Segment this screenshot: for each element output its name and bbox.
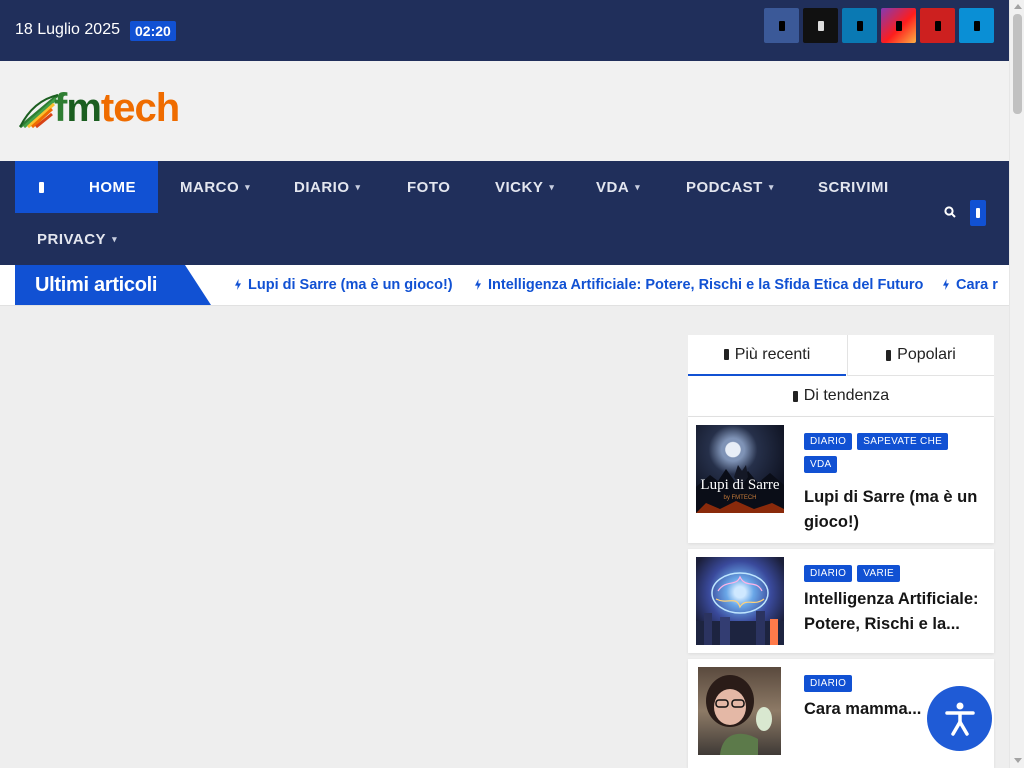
nav-item-podcast[interactable]: PODCAST ▾ bbox=[686, 161, 774, 213]
current-time-badge: 02:20 bbox=[130, 21, 176, 41]
site-logo[interactable]: fmtech bbox=[18, 86, 183, 133]
scroll-up-arrow-icon[interactable] bbox=[1014, 4, 1022, 9]
tab-popular[interactable]: Popolari bbox=[847, 335, 994, 376]
telegram-icon[interactable] bbox=[959, 8, 994, 43]
nav-item-vda[interactable]: VDA ▾ bbox=[596, 161, 640, 213]
brain-illustration bbox=[696, 572, 784, 645]
social-links bbox=[764, 8, 994, 43]
ticker-link[interactable]: Cara r bbox=[943, 277, 998, 293]
category-badge[interactable]: VARIE bbox=[857, 565, 901, 582]
latest-articles-ticker: Ultimi articoli Lupi di Sarre (ma è un g… bbox=[0, 265, 1009, 306]
post-title[interactable]: Lupi di Sarre (ma è un gioco!) bbox=[804, 485, 984, 535]
logo-wordmark: fmtech bbox=[54, 86, 180, 130]
ticker-link[interactable]: Intelligenza Artificiale: Potere, Rischi… bbox=[475, 277, 923, 293]
thumbnail-subcaption: by FMTECH bbox=[723, 495, 757, 501]
main-navigation: HOME MARCO ▾ DIARIO ▾ FOTO VICKY ▾ VDA ▾ POD… bbox=[0, 161, 1009, 265]
post-thumbnail[interactable] bbox=[698, 667, 781, 755]
list-item: DIARIO VARIE Intelligenza Artificiale: P… bbox=[688, 549, 994, 653]
nav-item-foto[interactable]: FOTO bbox=[407, 161, 450, 213]
chevron-down-icon: ▾ bbox=[768, 181, 774, 192]
nav-item-home[interactable]: HOME bbox=[67, 161, 158, 213]
current-date: 18 Luglio 2025 bbox=[15, 21, 120, 38]
post-thumbnail[interactable]: Lupi di Sarre by FMTECH bbox=[696, 425, 784, 513]
post-title[interactable]: Intelligenza Artificiale: Potere, Rischi… bbox=[804, 587, 984, 637]
x-twitter-icon[interactable] bbox=[803, 8, 838, 43]
bolt-icon bbox=[943, 279, 949, 290]
post-thumbnail[interactable] bbox=[696, 557, 784, 645]
home-icon-glyph bbox=[38, 181, 44, 193]
bolt-icon bbox=[792, 390, 798, 402]
fire-icon bbox=[886, 349, 892, 361]
youtube-icon[interactable] bbox=[920, 8, 955, 43]
chevron-down-icon: ▾ bbox=[549, 181, 555, 192]
category-badge[interactable]: DIARIO bbox=[804, 433, 853, 450]
sidebar-tabs: Più recenti Popolari Di tendenza bbox=[688, 335, 994, 417]
ticker-label: Ultimi articoli bbox=[15, 265, 211, 305]
nav-item-diario[interactable]: DIARIO ▾ bbox=[294, 161, 361, 213]
bolt-icon bbox=[235, 279, 241, 290]
tab-recent[interactable]: Più recenti bbox=[688, 335, 846, 376]
portrait-photo bbox=[706, 675, 772, 755]
tab-trending[interactable]: Di tendenza bbox=[688, 376, 994, 417]
post-categories: DIARIO SAPEVATE CHE VDA bbox=[804, 433, 984, 473]
category-badge[interactable]: SAPEVATE CHE bbox=[857, 433, 949, 450]
category-badge[interactable]: DIARIO bbox=[804, 675, 853, 692]
post-categories: DIARIO VARIE bbox=[804, 565, 984, 582]
page: 18 Luglio 2025 02:20 fmtech HOME MARCO ▾… bbox=[0, 0, 1009, 768]
accessibility-button[interactable] bbox=[927, 686, 992, 751]
thumbnail-caption: Lupi di Sarre bbox=[700, 477, 780, 493]
facebook-icon[interactable] bbox=[764, 8, 799, 43]
chevron-down-icon: ▾ bbox=[635, 181, 641, 192]
ticker-link[interactable]: Lupi di Sarre (ma è un gioco!) bbox=[235, 277, 453, 293]
category-badge[interactable]: VDA bbox=[804, 456, 838, 473]
menu-icon bbox=[976, 208, 980, 218]
instagram-icon[interactable] bbox=[881, 8, 916, 43]
chevron-down-icon: ▾ bbox=[112, 233, 118, 244]
nav-item-scrivimi[interactable]: SCRIVIMI bbox=[818, 161, 889, 213]
nav-item-vicky[interactable]: VICKY ▾ bbox=[495, 161, 554, 213]
top-bar: 18 Luglio 2025 02:20 bbox=[0, 0, 1009, 61]
linkedin-icon[interactable] bbox=[842, 8, 877, 43]
category-badge[interactable]: DIARIO bbox=[804, 565, 853, 582]
bolt-icon bbox=[475, 279, 481, 290]
clock-icon bbox=[723, 349, 729, 360]
chevron-down-icon: ▾ bbox=[245, 181, 251, 192]
page-scrollbar[interactable] bbox=[1009, 0, 1024, 768]
list-item: Lupi di Sarre by FMTECH DIARIO SAPEVATE … bbox=[688, 417, 994, 543]
scroll-thumb[interactable] bbox=[1013, 14, 1022, 114]
nav-item-marco[interactable]: MARCO ▾ bbox=[180, 161, 250, 213]
site-header: fmtech bbox=[0, 61, 1009, 161]
search-icon[interactable] bbox=[944, 205, 956, 223]
menu-toggle-button[interactable] bbox=[970, 200, 986, 226]
chevron-down-icon: ▾ bbox=[355, 181, 361, 192]
accessibility-icon bbox=[944, 702, 975, 736]
nav-item-privacy[interactable]: PRIVACY ▾ bbox=[37, 213, 117, 265]
scroll-down-arrow-icon[interactable] bbox=[1014, 758, 1022, 763]
home-icon[interactable] bbox=[15, 161, 67, 213]
